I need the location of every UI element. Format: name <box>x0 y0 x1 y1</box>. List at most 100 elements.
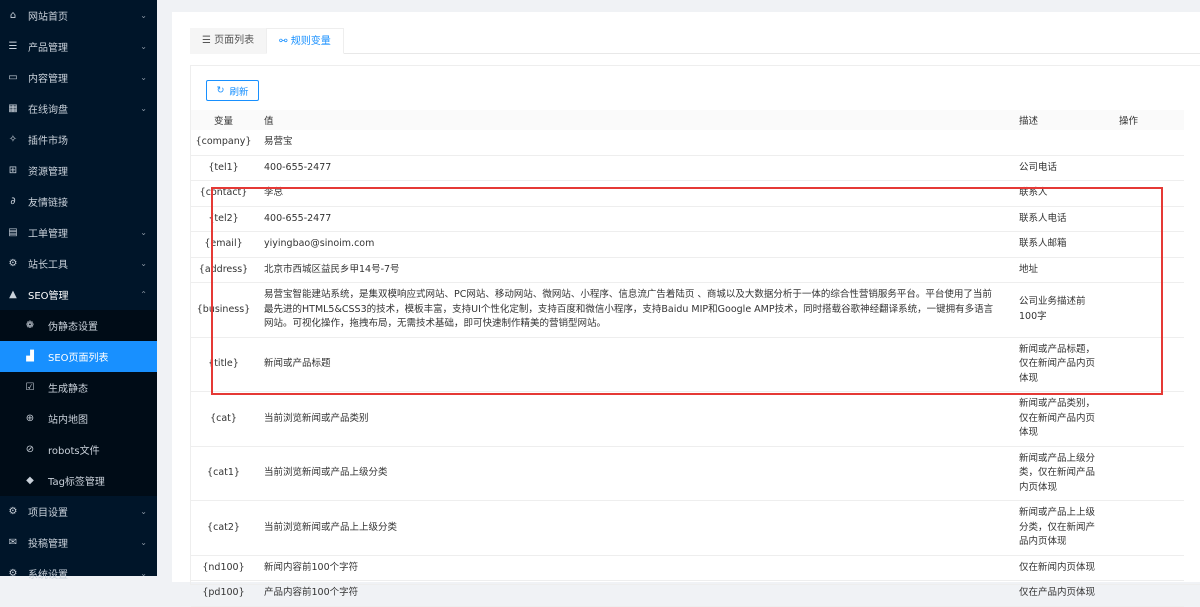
sidebar-item-label: 生成静态 <box>48 384 88 395</box>
table-row: {pd100} 产品内容前100个字符 仅在产品内页体现 <box>191 580 1184 607</box>
variable-cell: {cat} <box>191 391 256 447</box>
actions-cell <box>1111 180 1184 207</box>
warning-icon: ▲ <box>9 289 17 300</box>
mail-icon: ✉ <box>8 537 18 548</box>
table-row: {address} 北京市西城区益民乡甲14号-7号 地址 <box>191 257 1184 283</box>
tab-label: 页面列表 <box>214 35 255 46</box>
chevron-icon: ⌄ <box>140 507 147 516</box>
sidebar-item-label: SEO页面列表 <box>48 353 109 364</box>
sidebar-item-label: 内容管理 <box>28 74 68 85</box>
tab-bar: ☰ 页面列表 ⚯ 规则变量 <box>190 28 1200 54</box>
value-cell: yiyingbao@sinoim.com <box>256 231 1011 258</box>
value-cell: 当前浏览新闻或产品上级分类 <box>256 446 1011 501</box>
refresh-label: 刷新 <box>229 86 249 98</box>
link-icon: ∂ <box>10 196 16 207</box>
header-description: 描述 <box>1011 110 1111 130</box>
table-header: 变量 值 描述 操作 <box>191 110 1184 130</box>
sidebar-item-0[interactable]: ❁ 伪静态设置 <box>0 310 157 341</box>
description-cell: 公司电话 <box>1011 155 1111 181</box>
sidebar-item-3[interactable]: ⊕ 站内地图 <box>0 403 157 434</box>
variable-cell: {tel2} <box>191 206 256 232</box>
table-row: {cat1} 当前浏览新闻或产品上级分类 新闻或产品上级分类，仅在新闻产品内页体现 <box>191 446 1184 501</box>
chevron-icon: ⌄ <box>140 73 147 82</box>
value-cell: 当前浏览新闻或产品类别 <box>256 391 1011 447</box>
variables-panel: ↻ 刷新 变量 值 描述 操作 {company} 易营宝 {tel1} 400-655… <box>190 65 1200 607</box>
sidebar-item-2[interactable]: ⚙ 系统设置 ⌄ <box>0 558 157 589</box>
actions-cell <box>1111 446 1184 501</box>
sidebar-item-1[interactable]: ▟ SEO页面列表 <box>0 341 157 372</box>
sidebar-item-label: 投稿管理 <box>28 539 68 550</box>
tab-page-list[interactable]: ☰ 页面列表 <box>190 28 267 54</box>
sidebar-item-label: 项目设置 <box>28 508 68 519</box>
actions-cell <box>1111 580 1184 607</box>
tag-icon: ◆ <box>26 475 34 486</box>
description-cell: 公司业务描述前100字 <box>1011 282 1111 338</box>
sidebar-item-0[interactable]: ⚙ 项目设置 ⌄ <box>0 496 157 527</box>
actions-cell <box>1111 282 1184 338</box>
sidebar-item-label: Tag标签管理 <box>48 477 105 488</box>
sidebar-item-label: 插件市场 <box>28 136 68 147</box>
table-row: {title} 新闻或产品标题 新闻或产品标题，仅在新闻产品内页体现 <box>191 337 1184 392</box>
value-cell: 北京市西城区益民乡甲14号-7号 <box>256 257 1011 283</box>
description-cell: 联系人邮箱 <box>1011 231 1111 258</box>
sidebar-item-4[interactable]: ✧ 插件市场 <box>0 124 157 155</box>
actions-cell <box>1111 500 1184 556</box>
header-value: 值 <box>256 110 1011 130</box>
description-cell: 仅在新闻内页体现 <box>1011 555 1111 581</box>
table-row: {company} 易营宝 <box>191 130 1184 156</box>
table-row: {contact} 李总 联系人 <box>191 180 1184 207</box>
main-card: ☰ 页面列表 ⚯ 规则变量 ↻ 刷新 变量 值 描述 操作 {company} 易营… <box>172 12 1200 607</box>
value-cell: 新闻内容前100个字符 <box>256 555 1011 581</box>
chevron-icon: ⌃ <box>140 290 147 299</box>
refresh-icon: ↻ <box>216 85 225 96</box>
tab-rule-variables[interactable]: ⚯ 规则变量 <box>266 28 344 54</box>
sidebar-item-5[interactable]: ⊞ 资源管理 <box>0 155 157 186</box>
sidebar-item-4[interactable]: ⊘ robots文件 <box>0 434 157 465</box>
chevron-icon: ⌄ <box>140 42 147 51</box>
chevron-icon: ⌄ <box>140 538 147 547</box>
value-cell: 400-655-2477 <box>256 155 1011 181</box>
sidebar-item-label: 在线询盘 <box>28 105 68 116</box>
value-cell: 400-655-2477 <box>256 206 1011 232</box>
value-cell: 新闻或产品标题 <box>256 337 1011 392</box>
settings-icon: ❁ <box>25 320 35 331</box>
sidebar-item-label: 友情链接 <box>28 198 68 209</box>
sidebar-item-label: 伪静态设置 <box>48 322 98 333</box>
variable-cell: {pd100} <box>191 580 256 607</box>
description-cell: 仅在产品内页体现 <box>1011 580 1111 607</box>
sidebar-item-1[interactable]: ✉ 投稿管理 ⌄ <box>0 527 157 558</box>
sidebar-item-7[interactable]: ▤ 工单管理 ⌄ <box>0 217 157 248</box>
sidebar-item-0[interactable]: ⌂ 网站首页 ⌄ <box>0 0 157 31</box>
sidebar-item-3[interactable]: ▦ 在线询盘 ⌄ <box>0 93 157 124</box>
sidebar-item-5[interactable]: ◆ Tag标签管理 <box>0 465 157 496</box>
description-cell: 新闻或产品上上级分类，仅在新闻产品内页体现 <box>1011 500 1111 556</box>
value-cell: 李总 <box>256 180 1011 207</box>
sidebar-item-2[interactable]: ▭ 内容管理 ⌄ <box>0 62 157 93</box>
refresh-button[interactable]: ↻ 刷新 <box>206 80 259 101</box>
compass-icon: ⊘ <box>25 444 35 455</box>
variables-table: 变量 值 描述 操作 {company} 易营宝 {tel1} 400-655-247… <box>191 110 1184 607</box>
sidebar-item-label: 资源管理 <box>28 167 68 178</box>
variable-cell: {email} <box>191 231 256 258</box>
actions-cell <box>1111 337 1184 392</box>
table-row: {email} yiyingbao@sinoim.com 联系人邮箱 <box>191 231 1184 258</box>
sidebar-item-9[interactable]: ▲ SEO管理 ⌃ <box>0 279 157 310</box>
sitemap-icon: ⊕ <box>25 413 35 424</box>
document-icon: ▤ <box>8 227 18 238</box>
variable-cell: {nd100} <box>191 555 256 581</box>
sidebar-item-1[interactable]: ☰ 产品管理 ⌄ <box>0 31 157 62</box>
value-cell: 易营宝智能建站系统，是集双模响应式网站、PC网站、移动网站、微网站、小程序、信息… <box>256 282 1011 338</box>
seo-submenu: ❁ 伪静态设置 ▟ SEO页面列表 ☑ 生成静态 ⊕ 站内地图 ⊘ robots文件 ◆ Tag标签管… <box>0 310 157 496</box>
sidebar-item-2[interactable]: ☑ 生成静态 <box>0 372 157 403</box>
sidebar-item-8[interactable]: ⚙ 站长工具 ⌄ <box>0 248 157 279</box>
value-cell: 易营宝 <box>256 130 1011 156</box>
sidebar-item-6[interactable]: ∂ 友情链接 <box>0 186 157 217</box>
variable-cell: {cat1} <box>191 446 256 501</box>
table-row: {cat} 当前浏览新闻或产品类别 新闻或产品类别，仅在新闻产品内页体现 <box>191 391 1184 447</box>
sidebar-item-label: 站长工具 <box>28 260 68 271</box>
sidebar-item-label: 工单管理 <box>28 229 68 240</box>
variable-cell: {business} <box>191 282 256 338</box>
chevron-icon: ⌄ <box>140 259 147 268</box>
table-row: {tel2} 400-655-2477 联系人电话 <box>191 206 1184 232</box>
area-chart-icon: ▟ <box>26 351 34 362</box>
